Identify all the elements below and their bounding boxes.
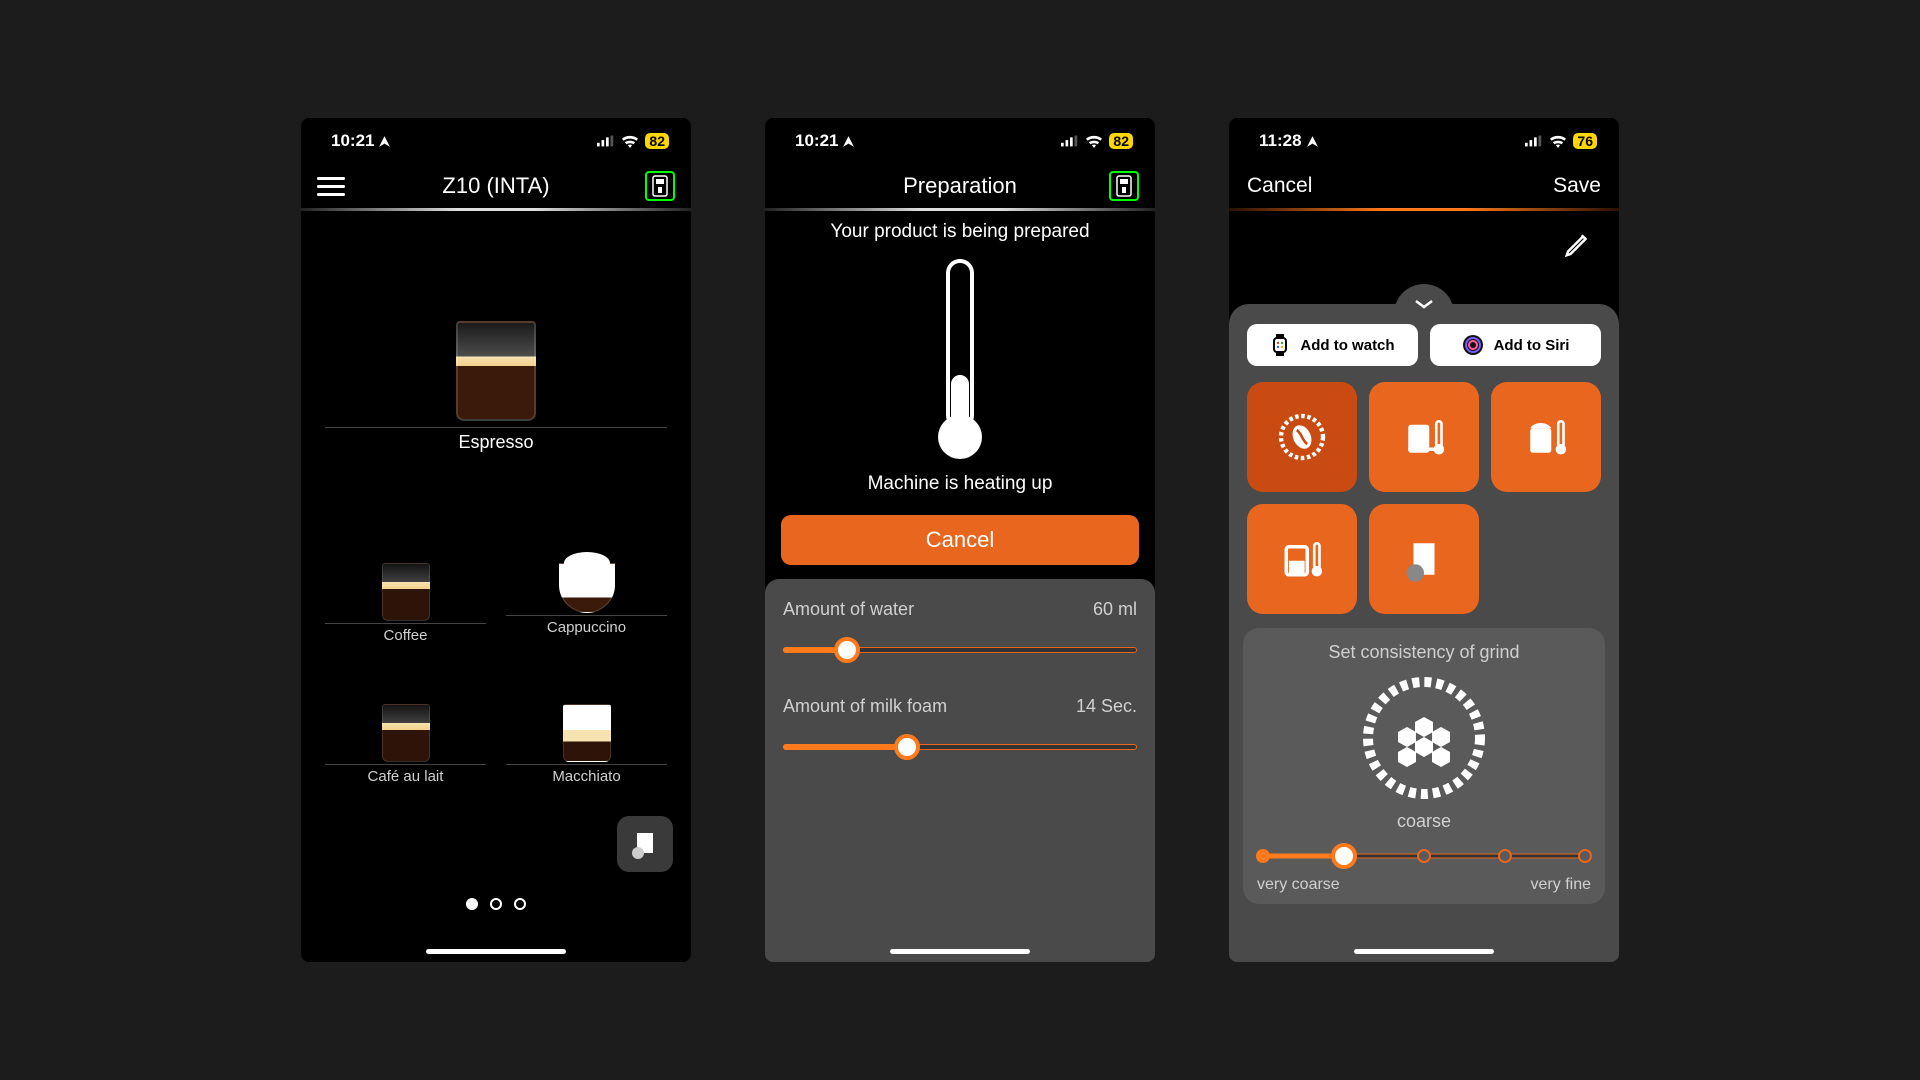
pencil-icon bbox=[1563, 229, 1593, 259]
wifi-icon bbox=[621, 135, 639, 148]
screen-edit-product: 11:28 76 Cancel Save Add to watch bbox=[1229, 118, 1619, 962]
grind-min-label: very coarse bbox=[1257, 876, 1340, 894]
page-title: Z10 (INTA) bbox=[363, 173, 629, 199]
machine-status-text: Machine is heating up bbox=[765, 473, 1155, 495]
add-to-siri-label: Add to Siri bbox=[1494, 337, 1570, 354]
custom-drink-button[interactable] bbox=[617, 816, 673, 872]
hero-product-label: Espresso bbox=[301, 432, 691, 453]
param-value: 60 ml bbox=[1093, 599, 1137, 620]
home-indicator[interactable] bbox=[890, 949, 1030, 954]
page-dot bbox=[514, 898, 526, 910]
tile-cup-size[interactable] bbox=[1369, 504, 1479, 614]
cappuccino-cup-icon bbox=[559, 563, 615, 613]
cellular-icon bbox=[1525, 135, 1543, 147]
screen-preparation: 10:21 82 Preparation Your product is bei… bbox=[765, 118, 1155, 962]
param-milk-foam: Amount of milk foam 14 Sec. bbox=[783, 696, 1137, 759]
product-cappuccino[interactable]: Cappuccino bbox=[506, 563, 667, 644]
menu-button[interactable] bbox=[317, 177, 363, 196]
status-bar: 11:28 76 bbox=[1229, 118, 1619, 164]
product-label: Cappuccino bbox=[506, 615, 667, 636]
milk-temp-icon bbox=[1518, 409, 1574, 465]
parameters-panel: Amount of water 60 ml Amount of milk foa… bbox=[765, 579, 1155, 962]
grind-max-label: very fine bbox=[1531, 876, 1591, 894]
watch-icon bbox=[1270, 334, 1290, 356]
edit-name-button[interactable] bbox=[1563, 229, 1593, 264]
thermometer-icon bbox=[939, 259, 981, 459]
screen-product-list: 10:21 82 Z10 (INTA) bbox=[301, 118, 691, 962]
tile-grind[interactable] bbox=[1247, 382, 1357, 492]
page-dot bbox=[466, 898, 478, 910]
setting-tiles bbox=[1243, 380, 1605, 628]
grind-title: Set consistency of grind bbox=[1257, 642, 1591, 663]
coffee-machine-icon bbox=[1115, 175, 1133, 197]
grind-value-label: coarse bbox=[1257, 811, 1591, 832]
product-cafe-au-lait[interactable]: Café au lait bbox=[325, 704, 486, 785]
hamburger-icon bbox=[317, 177, 345, 196]
status-time: 10:21 bbox=[795, 131, 838, 151]
param-water: Amount of water 60 ml bbox=[783, 599, 1137, 662]
chevron-down-icon bbox=[1414, 298, 1434, 310]
home-indicator[interactable] bbox=[1354, 949, 1494, 954]
water-temp-icon bbox=[1274, 531, 1330, 587]
product-macchiato[interactable]: Macchiato bbox=[506, 704, 667, 785]
macchiato-cup-icon bbox=[563, 704, 611, 762]
home-indicator[interactable] bbox=[426, 949, 566, 954]
wifi-icon bbox=[1549, 135, 1567, 148]
location-icon bbox=[378, 135, 391, 148]
hero-product[interactable]: Espresso bbox=[301, 311, 691, 453]
status-bar: 10:21 82 bbox=[765, 118, 1155, 164]
cancel-button[interactable]: Cancel bbox=[1247, 174, 1312, 198]
battery-indicator: 76 bbox=[1573, 133, 1597, 149]
grind-large-icon bbox=[1359, 673, 1489, 803]
page-title: Preparation bbox=[827, 173, 1093, 199]
header: Z10 (INTA) bbox=[301, 164, 691, 208]
cellular-icon bbox=[1061, 135, 1079, 147]
tile-water-temp[interactable] bbox=[1247, 504, 1357, 614]
header: Preparation bbox=[765, 164, 1155, 208]
battery-indicator: 82 bbox=[1109, 133, 1133, 149]
save-button[interactable]: Save bbox=[1553, 174, 1601, 198]
header: Cancel Save bbox=[1229, 164, 1619, 208]
espresso-cup-icon bbox=[456, 321, 536, 421]
water-slider[interactable] bbox=[783, 638, 1137, 662]
machine-status-button[interactable] bbox=[1109, 171, 1139, 201]
param-label: Amount of water bbox=[783, 599, 914, 620]
cancel-button[interactable]: Cancel bbox=[781, 515, 1139, 565]
status-time: 10:21 bbox=[331, 131, 374, 151]
add-to-watch-button[interactable]: Add to watch bbox=[1247, 324, 1418, 366]
cup-size-icon bbox=[1396, 531, 1452, 587]
page-dot bbox=[490, 898, 502, 910]
param-label: Amount of milk foam bbox=[783, 696, 947, 717]
coffee-temp-icon bbox=[1396, 409, 1452, 465]
cafe-au-lait-cup-icon bbox=[382, 704, 430, 762]
siri-icon bbox=[1462, 334, 1484, 356]
preparation-message: Your product is being prepared bbox=[765, 221, 1155, 243]
product-coffee[interactable]: Coffee bbox=[325, 563, 486, 644]
grind-detail-panel: Set consistency of grind coarse bbox=[1243, 628, 1605, 904]
tile-milk-temp[interactable] bbox=[1491, 382, 1601, 492]
product-label: Coffee bbox=[325, 623, 486, 644]
cup-settings-icon bbox=[630, 829, 660, 859]
cellular-icon bbox=[597, 135, 615, 147]
location-icon bbox=[1306, 135, 1319, 148]
add-to-watch-label: Add to watch bbox=[1300, 337, 1394, 354]
coffee-machine-icon bbox=[651, 175, 669, 197]
coffee-cup-icon bbox=[382, 563, 430, 621]
wifi-icon bbox=[1085, 135, 1103, 148]
tile-coffee-temp[interactable] bbox=[1369, 382, 1479, 492]
milk-foam-slider[interactable] bbox=[783, 735, 1137, 759]
status-bar: 10:21 82 bbox=[301, 118, 691, 164]
add-to-siri-button[interactable]: Add to Siri bbox=[1430, 324, 1601, 366]
grind-icon bbox=[1274, 409, 1330, 465]
status-time: 11:28 bbox=[1259, 131, 1302, 151]
param-value: 14 Sec. bbox=[1076, 696, 1137, 717]
grind-slider[interactable] bbox=[1263, 842, 1585, 870]
settings-tray: Add to watch Add to Siri bbox=[1229, 304, 1619, 962]
product-label: Macchiato bbox=[506, 764, 667, 785]
page-indicator[interactable] bbox=[301, 898, 691, 910]
product-label: Café au lait bbox=[325, 764, 486, 785]
location-icon bbox=[842, 135, 855, 148]
machine-status-button[interactable] bbox=[645, 171, 675, 201]
battery-indicator: 82 bbox=[645, 133, 669, 149]
